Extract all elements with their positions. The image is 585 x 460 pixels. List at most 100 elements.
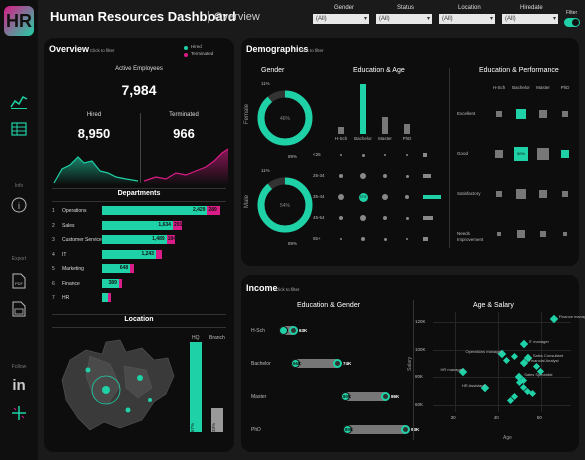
scatter-point[interactable] bbox=[519, 359, 528, 368]
edu-total-bar[interactable] bbox=[404, 124, 410, 134]
department-hired-bar[interactable]: 2,429 bbox=[102, 206, 208, 215]
department-terminated-bar[interactable]: 184 bbox=[166, 235, 176, 244]
edu-age-dot[interactable] bbox=[384, 154, 386, 156]
perf-square[interactable] bbox=[516, 189, 526, 199]
filter-hiredate-select[interactable]: (All) bbox=[502, 14, 558, 24]
age-group-label: 35-44 bbox=[313, 194, 325, 199]
edu-total-bar[interactable] bbox=[382, 116, 388, 134]
edu-age-dot[interactable]: 37% bbox=[358, 192, 368, 202]
department-hired-bar[interactable]: 1,243 bbox=[102, 249, 156, 259]
edu-age-dot[interactable] bbox=[383, 174, 387, 178]
terminated-trend-chart[interactable] bbox=[142, 143, 230, 185]
department-terminated-bar[interactable]: 201 bbox=[172, 220, 182, 230]
edu-age-dot[interactable] bbox=[406, 154, 408, 156]
scatter-point[interactable] bbox=[519, 339, 528, 349]
scatter-point-label: Sales Specialist bbox=[524, 372, 553, 378]
income-male-marker[interactable] bbox=[289, 326, 298, 335]
department-rank: 6 bbox=[52, 280, 55, 287]
perf-square[interactable] bbox=[495, 150, 503, 158]
export-image-icon[interactable] bbox=[10, 300, 28, 318]
divider bbox=[52, 201, 226, 202]
edu-age-dot[interactable] bbox=[382, 194, 388, 200]
income-male-marker[interactable] bbox=[401, 425, 410, 434]
edu-total-bar[interactable] bbox=[338, 126, 344, 134]
perf-square[interactable]: 50% bbox=[514, 147, 528, 161]
edu-perf-title: Education & Performance bbox=[479, 67, 559, 74]
perf-highlight-value: 50% bbox=[516, 151, 525, 156]
scatter-point[interactable] bbox=[528, 390, 536, 398]
edu-age-dot[interactable] bbox=[340, 238, 342, 240]
hired-trend-chart[interactable] bbox=[52, 143, 140, 185]
edu-age-dot[interactable] bbox=[383, 237, 387, 241]
location-hq-bar[interactable] bbox=[190, 342, 202, 432]
edu-age-dot[interactable] bbox=[361, 153, 365, 157]
age-total-bar[interactable] bbox=[423, 174, 431, 178]
income-male-marker[interactable] bbox=[333, 359, 342, 368]
scatter-point[interactable] bbox=[511, 352, 519, 360]
department-terminated-bar[interactable] bbox=[155, 249, 163, 259]
filter-location-select[interactable]: (All) bbox=[439, 14, 495, 24]
perf-square[interactable] bbox=[497, 232, 501, 236]
perf-square[interactable] bbox=[539, 110, 547, 118]
perf-square[interactable] bbox=[562, 111, 568, 117]
filter-toggle[interactable] bbox=[564, 18, 580, 27]
age-total-bar[interactable] bbox=[423, 216, 433, 220]
edu-total-bar[interactable] bbox=[360, 84, 366, 134]
perf-square[interactable] bbox=[540, 231, 546, 237]
linkedin-icon[interactable]: in bbox=[10, 376, 28, 394]
edu-age-dot[interactable] bbox=[360, 173, 366, 179]
department-hired-bar[interactable]: 648 bbox=[102, 264, 131, 273]
age-total-bar[interactable] bbox=[423, 153, 427, 157]
age-group-label: 55+ bbox=[313, 236, 321, 241]
department-hired-bar[interactable]: 1,489 bbox=[102, 235, 167, 244]
perf-square[interactable] bbox=[517, 230, 525, 238]
scatter-point-label: Operations manager bbox=[465, 348, 502, 354]
age-group-label: 25-34 bbox=[313, 173, 325, 178]
scatter-point[interactable] bbox=[502, 357, 510, 365]
location-map[interactable] bbox=[50, 330, 180, 448]
perf-square[interactable] bbox=[537, 148, 549, 160]
income-click-hint: Click to filter bbox=[275, 287, 300, 292]
edu-age-dot[interactable] bbox=[338, 194, 344, 200]
edu-age-dot[interactable] bbox=[405, 174, 409, 178]
department-hired-bar[interactable]: 1,634 bbox=[102, 220, 173, 230]
department-terminated-bar[interactable] bbox=[108, 293, 111, 302]
department-terminated-bar[interactable] bbox=[130, 264, 134, 273]
perf-square[interactable] bbox=[496, 191, 502, 197]
age-tick-label: 50 bbox=[536, 415, 542, 420]
export-pdf-icon[interactable]: PDF bbox=[10, 272, 28, 290]
filter-status-select[interactable]: (All) bbox=[376, 14, 432, 24]
edu-age-dot[interactable] bbox=[406, 238, 408, 240]
perf-square[interactable] bbox=[561, 150, 569, 158]
age-total-bar[interactable] bbox=[423, 237, 428, 241]
edu-age-dot[interactable] bbox=[339, 174, 343, 178]
age-total-bar[interactable] bbox=[423, 195, 441, 199]
age-group-label: 45-54 bbox=[313, 215, 325, 220]
income-male-marker[interactable] bbox=[381, 392, 390, 401]
table-icon[interactable] bbox=[10, 120, 28, 138]
edu-age-dot[interactable] bbox=[360, 215, 366, 221]
edu-age-dot[interactable] bbox=[405, 195, 409, 199]
salary-tick-label: 60K bbox=[415, 402, 424, 408]
edu-age-dot[interactable] bbox=[383, 216, 387, 220]
department-hired-value: 1,243 bbox=[141, 250, 154, 257]
department-hired-bar[interactable]: 389 bbox=[102, 278, 119, 288]
perf-square[interactable] bbox=[563, 232, 567, 236]
filter-gender-select[interactable]: (All) bbox=[313, 14, 369, 24]
perf-square[interactable] bbox=[539, 190, 547, 198]
department-terminated-bar[interactable] bbox=[118, 278, 122, 288]
department-terminated-bar[interactable]: 289 bbox=[207, 206, 220, 215]
edu-age-dot[interactable] bbox=[339, 216, 343, 220]
perf-square[interactable] bbox=[562, 191, 568, 197]
tableau-icon[interactable] bbox=[10, 404, 28, 422]
edu-age-dot[interactable] bbox=[405, 216, 409, 220]
perf-square[interactable] bbox=[496, 111, 502, 117]
overview-chart-icon[interactable] bbox=[10, 92, 28, 110]
income-female-marker[interactable] bbox=[279, 326, 288, 335]
edu-age-dot[interactable] bbox=[361, 237, 365, 241]
department-hired-value: 648 bbox=[119, 265, 129, 271]
perf-square[interactable] bbox=[516, 109, 526, 119]
info-icon[interactable]: i bbox=[10, 196, 28, 214]
filter-location-label: Location bbox=[458, 5, 481, 11]
edu-age-dot[interactable] bbox=[340, 154, 342, 156]
